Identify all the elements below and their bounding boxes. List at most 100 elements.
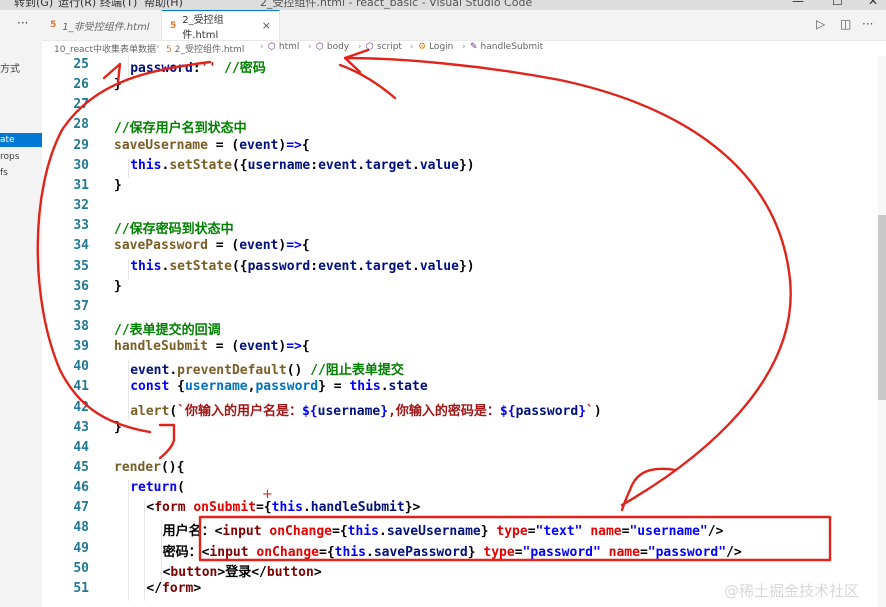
code-line[interactable]: }: [114, 420, 122, 435]
menu-goto[interactable]: 转到(G): [14, 0, 53, 10]
line-number: 48: [73, 520, 89, 536]
code-token: this: [334, 544, 366, 560]
code-line[interactable]: event.preventDefault() //阻止表单提交: [130, 359, 404, 378]
breadcrumb-file[interactable]: 5 2_受控组件.html: [166, 42, 244, 55]
more-actions-icon[interactable]: ···: [862, 17, 873, 31]
code-token: =>: [286, 339, 302, 355]
code-token: }): [458, 157, 475, 173]
close-tab-icon[interactable]: ×: [262, 19, 271, 32]
code-token: :: [310, 157, 319, 173]
line-number: 35: [73, 258, 89, 274]
code-token: input: [222, 524, 262, 540]
code-token: ${: [301, 403, 318, 419]
code-line[interactable]: }: [114, 279, 122, 294]
code-line[interactable]: //保存密码到状态中: [114, 218, 234, 237]
code-line[interactable]: const {username,password} = this.state: [130, 379, 427, 394]
code-token: 密码：<: [162, 544, 210, 560]
code-token: //密码: [224, 61, 266, 76]
code-token: button: [266, 564, 314, 580]
sidebar-item-refs[interactable]: fs: [0, 166, 42, 180]
menu-help[interactable]: 帮助(H): [144, 0, 183, 10]
tab-uncontrolled[interactable]: 5 1_非受控组件.html: [42, 10, 162, 40]
tab-label: 2_受控组件.html: [182, 14, 224, 41]
code-token: />: [726, 544, 742, 560]
menu-run[interactable]: 运行(R): [58, 0, 96, 10]
line-number: 39: [73, 339, 89, 355]
element-icon: ⬡: [268, 42, 276, 52]
code-token: target: [365, 258, 412, 274]
indent-guide: [128, 359, 130, 380]
line-number: 38: [73, 318, 89, 334]
code-token: preventDefault: [177, 363, 287, 379]
sidebar-more-icon[interactable]: ···: [17, 16, 28, 30]
code-token: =>: [286, 137, 302, 153]
code-line[interactable]: //保存用户名到状态中: [114, 117, 247, 136]
code-token: this: [271, 500, 303, 516]
code-token: = (: [207, 339, 240, 355]
sidebar-item-props[interactable]: rops: [0, 150, 42, 164]
code-token: value: [419, 258, 459, 274]
scrollbar-thumb[interactable]: [878, 215, 886, 400]
code-line[interactable]: password:'' //密码: [130, 57, 266, 76]
breadcrumb-html[interactable]: ⬡ html: [268, 42, 299, 52]
breadcrumb-body[interactable]: ⬡ body: [316, 42, 349, 52]
code-line[interactable]: this.setState({username:event.target.val…: [130, 158, 474, 173]
split-editor-icon[interactable]: ◫: [840, 17, 851, 31]
code-token: .: [357, 258, 366, 274]
code-line[interactable]: 用户名：<input onChange={this.saveUsername} …: [163, 520, 724, 539]
code-token: .: [302, 500, 311, 516]
run-icon[interactable]: ▷: [816, 17, 825, 31]
code-token: form: [154, 500, 186, 516]
code-token: ${: [499, 403, 516, 419]
code-line[interactable]: }: [114, 178, 122, 193]
code-token: (: [177, 480, 185, 496]
code-token: button: [170, 564, 218, 580]
code-line[interactable]: <button>登录</button>: [163, 561, 322, 580]
maximize-icon[interactable]: ☐: [832, 0, 843, 8]
indent-guide: [160, 560, 162, 581]
code-token: password: [247, 258, 311, 274]
breadcrumb-script[interactable]: ⬡ script: [366, 42, 402, 52]
code-token: event: [239, 137, 279, 153]
code-line[interactable]: handleSubmit = (event)=>{: [114, 339, 310, 354]
line-number: 47: [73, 500, 89, 516]
breadcrumb-handlesubmit[interactable]: ✎ handleSubmit: [470, 42, 543, 52]
line-number: 49: [73, 540, 89, 556]
breadcrumb-folder[interactable]: 10_react中收集表单数据: [54, 42, 156, 55]
indent-guide: [128, 480, 130, 501]
code-token: }: [114, 177, 122, 193]
code-token: onChange: [269, 524, 333, 540]
code-token: saveUsername: [114, 137, 208, 153]
code-token: 用户名：<: [162, 524, 223, 540]
indent-guide: [144, 560, 146, 581]
line-number: 42: [73, 399, 89, 415]
code-line[interactable]: return(: [130, 480, 185, 495]
code-token: password: [515, 403, 579, 419]
code-line[interactable]: this.setState({password:event.target.val…: [130, 259, 474, 274]
indent-guide: [160, 540, 162, 561]
code-line[interactable]: }: [114, 77, 122, 92]
code-token: target: [365, 157, 412, 173]
minimize-icon[interactable]: —: [792, 0, 804, 8]
code-line[interactable]: savePassword = (event)=>{: [114, 238, 310, 253]
code-line[interactable]: alert(`你输入的用户名是：${username},你输入的密码是：${pa…: [130, 400, 602, 419]
code-line[interactable]: 密码：<input onChange={this.savePassword} t…: [163, 541, 742, 560]
code-line[interactable]: <form onSubmit={this.handleSubmit}>: [146, 500, 420, 515]
code-line[interactable]: </form>: [146, 581, 201, 596]
menu-terminal[interactable]: 终端(T): [100, 0, 137, 10]
code-token: input: [209, 544, 249, 560]
close-window-icon[interactable]: ✕: [868, 0, 878, 8]
code-line[interactable]: render(){: [114, 460, 184, 475]
sidebar-item-state[interactable]: ate: [0, 133, 42, 147]
code-editor[interactable]: 25 password:'' //密码 26} 27 28//保存用户名到状态中 29 sa…: [42, 56, 878, 607]
breadcrumb-login[interactable]: ⚙ Login: [418, 42, 453, 52]
tab-controlled[interactable]: 5 2_受控组件.html ×: [162, 10, 280, 41]
code-token: {: [301, 238, 310, 254]
line-number: 37: [73, 298, 89, 314]
code-line[interactable]: saveUsername = (event)=>{: [114, 138, 310, 153]
code-line[interactable]: //表单提交的回调: [114, 319, 221, 338]
code-token: event: [130, 363, 170, 379]
indent-guide: [144, 500, 146, 521]
code-token: }: [480, 524, 497, 540]
indent-guide: [160, 520, 162, 541]
